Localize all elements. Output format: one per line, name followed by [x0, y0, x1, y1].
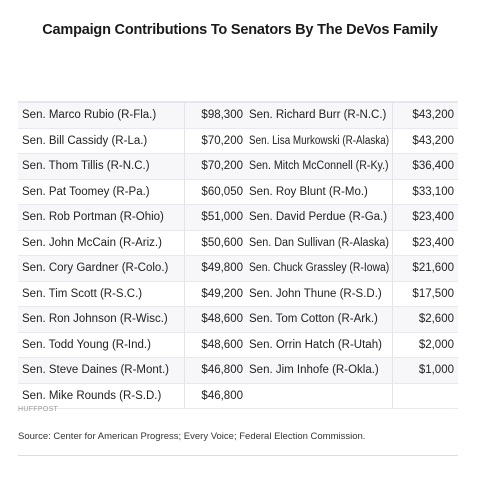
senator-name-cell: Sen. Chuck Grassley (R-Iowa): [246, 256, 393, 281]
table-row: Sen. Pat Toomey (R-Pa.) $60,050 Sen. Roy B…: [18, 179, 458, 205]
amount-cell: $46,800: [201, 364, 243, 376]
senator-name-cell: Sen. Tim Scott (R-S.C.): [18, 281, 185, 306]
amount-cell: $70,200: [201, 160, 243, 172]
amount-cell: $23,400: [412, 211, 454, 223]
senator-name-cell: Sen. Mike Rounds (R-S.D.): [18, 383, 185, 408]
amount-cell: $17,500: [412, 287, 454, 300]
amount-cell: $48,600: [201, 338, 243, 351]
amount-cell: $23,400: [412, 236, 454, 249]
huffpost-logo: HUFFPOST: [18, 406, 59, 413]
senator-name-cell: Sen. Lisa Murkowski (R-Alaska): [246, 128, 393, 153]
senator-name-cell: Sen. John Thune (R-S.D.): [246, 281, 393, 306]
senator-name-cell: Sen. Dan Sullivan (R-Alaska): [246, 230, 393, 255]
table-row: Sen. Thom Tillis (R-N.C.) $70,200 Sen. Mit…: [18, 154, 458, 180]
senator-name-cell: Sen. David Perdue (R-Ga.): [246, 205, 393, 230]
amount-cell: $49,200: [201, 287, 243, 300]
senator-name-cell: Sen. Orrin Hatch (R-Utah): [246, 332, 393, 357]
table-row: Sen. Tim Scott (R-S.C.) $49,200 Sen. John …: [18, 281, 458, 307]
senator-name-cell: Sen. Pat Toomey (R-Pa.): [18, 179, 185, 204]
amount-cell: $48,600: [201, 313, 243, 325]
senator-name-cell: Sen. John McCain (R-Ariz.): [18, 230, 185, 255]
amount-cell: $60,050: [201, 185, 243, 198]
senator-name-cell: Sen. Jim Inhofe (R-Okla.): [246, 358, 393, 383]
amount-cell: $50,600: [201, 236, 243, 249]
source-note: Source: Center for American Progress; Ev…: [18, 431, 366, 442]
amount-cell: $43,200: [412, 109, 454, 121]
table-row: Sen. Ron Johnson (R-Wisc.) $48,600 Sen. To…: [18, 307, 458, 333]
table-row: Sen. Mike Rounds (R-S.D.) $46,800: [18, 383, 458, 409]
amount-cell: $33,100: [412, 185, 454, 198]
senator-name-cell: Sen. Thom Tillis (R-N.C.): [18, 154, 185, 179]
contributions-table: Sen. Marco Rubio (R-Fla.) $98,300 Sen. Ric…: [18, 101, 458, 409]
bottom-divider: [18, 455, 458, 456]
amount-cell: $21,600: [412, 262, 454, 274]
table-row: Sen. Bill Cassidy (R-La.) $70,200 Sen. Lis…: [18, 128, 458, 154]
amount-cell: $51,000: [201, 211, 243, 223]
senator-name-cell: Sen. Richard Burr (R-N.C.): [246, 103, 393, 128]
table-row: Sen. Steve Daines (R-Mont.) $46,800 Sen. J…: [18, 358, 458, 384]
senator-name-cell: Sen. Tom Cotton (R-Ark.): [246, 307, 393, 332]
senator-name-cell: Sen. Steve Daines (R-Mont.): [18, 358, 185, 383]
senator-name-cell: Sen. Ron Johnson (R-Wisc.): [18, 307, 185, 332]
amount-cell: $2,600: [418, 313, 454, 325]
amount-cell: $36,400: [412, 160, 454, 172]
chart-title: Campaign Contributions To Senators By Th…: [42, 22, 438, 38]
amount-cell: $2,000: [418, 338, 454, 351]
amount-cell: $49,800: [201, 262, 243, 274]
senator-name-cell: Sen. Roy Blunt (R-Mo.): [246, 179, 393, 204]
table-row: Sen. Marco Rubio (R-Fla.) $98,300 Sen. Ric…: [18, 103, 458, 129]
senator-name-cell: [246, 383, 393, 408]
senator-name-cell: Sen. Mitch McConnell (R-Ky.): [246, 154, 393, 179]
table-row: Sen. Rob Portman (R-Ohio) $51,000 Sen. Dav…: [18, 205, 458, 231]
table-row: Sen. John McCain (R-Ariz.) $50,600 Sen. Da…: [18, 230, 458, 256]
amount-cell: $43,200: [412, 134, 454, 147]
senator-name-cell: Sen. Bill Cassidy (R-La.): [18, 128, 185, 153]
table-row: Sen. Cory Gardner (R-Colo.) $49,800 Sen. C…: [18, 256, 458, 282]
senator-name-cell: Sen. Marco Rubio (R-Fla.): [18, 103, 185, 128]
amount-cell: $70,200: [201, 134, 243, 147]
amount-cell: $46,800: [201, 389, 243, 402]
amount-cell: $1,000: [418, 364, 454, 376]
table-row: Sen. Todd Young (R-Ind.) $48,600 Sen. Orri…: [18, 332, 458, 358]
amount-cell: $98,300: [201, 109, 243, 121]
senator-name-cell: Sen. Cory Gardner (R-Colo.): [18, 256, 185, 281]
amount-cell: [393, 384, 458, 409]
senator-name-cell: Sen. Rob Portman (R-Ohio): [18, 205, 185, 230]
senator-name-cell: Sen. Todd Young (R-Ind.): [18, 332, 185, 357]
